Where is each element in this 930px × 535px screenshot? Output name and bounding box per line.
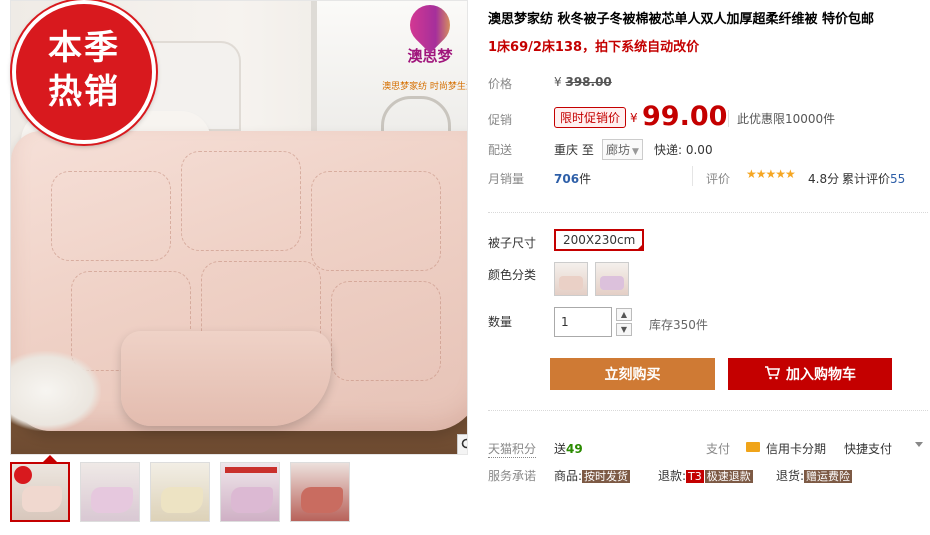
chevron-down-icon: ▼ [632, 147, 639, 157]
product-subtitle: 1床69/2床138，拍下系统自动改价 [488, 40, 700, 55]
selected-check-icon [636, 243, 645, 251]
thumbnail-1[interactable] [10, 462, 70, 522]
section-divider [488, 212, 928, 213]
service-goods-label: 商品: [554, 469, 583, 483]
service-refund-label: 退款: [658, 469, 687, 483]
review-count-value: 55 [890, 172, 906, 186]
color-swatch-fill [559, 276, 583, 290]
thumbnail-banner [225, 467, 277, 473]
buy-now-button[interactable]: 立刻购买 [550, 358, 715, 390]
points-number: 49 [566, 442, 583, 456]
thumbnail-quilt [161, 487, 203, 513]
thumbnail-strip [10, 462, 350, 522]
monthly-sales-count: 706 [554, 172, 580, 186]
destination-select[interactable]: 廊坊 ▼ [602, 139, 643, 160]
promo-label: 促销 [488, 113, 513, 127]
quilt-stitch [311, 171, 441, 271]
rating-label: 评价 [706, 172, 731, 186]
service-goods: 商品: 按时发货 [554, 467, 631, 484]
payment-express[interactable]: 快捷支付 [844, 440, 892, 457]
add-to-cart-label: 加入购物车 [786, 367, 856, 383]
promo-limit: 此优惠限10000件 [728, 110, 835, 127]
price-label: 价格 [488, 77, 513, 91]
add-to-cart-button[interactable]: 加入购物车 [728, 358, 892, 390]
brand-logo-mark [401, 1, 459, 54]
size-label: 被子尺寸 [488, 236, 537, 250]
quantity-label: 数量 [488, 315, 513, 329]
thumbnail-badge [14, 466, 32, 484]
product-title: 澳思梦家纺 秋冬被子冬被棉被芯单人双人加厚超柔纤维被 特价包邮 [488, 12, 875, 27]
image-quilt-drape [121, 331, 331, 426]
promo-tag: 限时促销价 [554, 107, 627, 128]
color-label: 颜色分类 [488, 268, 537, 282]
service-refund-t3-badge[interactable]: T3 [686, 470, 704, 483]
ship-from-city: 重庆 [554, 143, 579, 157]
thumbnail-2[interactable] [80, 462, 140, 522]
thumbnail-quilt [301, 487, 343, 513]
color-swatch-pink[interactable] [554, 262, 588, 296]
thumbnail-4[interactable] [220, 462, 280, 522]
active-thumb-arrow [43, 455, 57, 462]
image-rug [11, 351, 101, 431]
current-price: 99.00 [642, 101, 728, 132]
service-label: 服务承诺 [488, 469, 537, 483]
service-return: 退货: 赠运费险 [776, 467, 853, 484]
ship-from: 重庆 至 [554, 141, 594, 158]
zoom-icon[interactable] [457, 434, 467, 454]
thumbnail-quilt [231, 487, 273, 513]
thumbnail-3[interactable] [150, 462, 210, 522]
rating-divider [692, 166, 693, 186]
ship-to-word: 至 [581, 143, 594, 157]
service-return-label: 退货: [776, 469, 805, 483]
original-price-currency: ¥ [554, 75, 562, 89]
payment-label: 支付 [706, 442, 731, 456]
shipping-fee: 快递: 0.00 [654, 143, 713, 157]
shipping-label: 配送 [488, 143, 513, 157]
monthly-sales-unit: 件 [579, 172, 592, 186]
color-swatch-fill [600, 276, 624, 290]
badge-line-1: 本季 [48, 28, 120, 68]
original-price: ¥ 398.00 [554, 75, 612, 89]
service-refund-badge[interactable]: 极速退款 [704, 470, 753, 483]
thumbnail-quilt [91, 487, 133, 513]
credit-card-icon [746, 442, 760, 452]
hot-season-badge: 本季 热销 [12, 0, 156, 144]
service-return-badge[interactable]: 赠运费险 [804, 470, 853, 483]
cart-icon [764, 366, 781, 384]
size-option-selected[interactable]: 200X230cm [554, 229, 645, 251]
points-label[interactable]: 天猫积分 [488, 440, 537, 458]
quantity-increase-button[interactable]: ▲ [616, 308, 632, 321]
monthly-sales-label: 月销量 [488, 172, 525, 186]
destination-value: 廊坊 [606, 143, 631, 157]
stock-count: 库存350件 [649, 318, 708, 332]
brand-slogan: 澳思梦家纺 时尚梦生活 [382, 82, 468, 92]
section-divider [488, 410, 928, 411]
quantity-decrease-button[interactable]: ▼ [616, 323, 632, 336]
review-count-link[interactable]: 累计评价55 [842, 170, 905, 187]
payment-installment[interactable]: 信用卡分期 [766, 440, 826, 457]
quantity-input[interactable] [554, 307, 612, 337]
brand-logo: 澳思梦 [381, 1, 467, 91]
rating-stars-icon: ★★★★★ [746, 167, 796, 181]
color-swatch-purple[interactable] [595, 262, 629, 296]
points-value: 送49 [554, 440, 583, 457]
quilt-stitch [181, 151, 301, 251]
chevron-down-icon[interactable] [915, 442, 923, 447]
points-prefix: 送 [554, 442, 567, 456]
service-refund: 退款: T3 极速退款 [658, 467, 753, 484]
quilt-stitch [51, 171, 171, 261]
thumbnail-5[interactable] [290, 462, 350, 522]
badge-line-2: 热销 [48, 72, 120, 112]
service-goods-badge[interactable]: 按时发货 [582, 470, 631, 483]
size-option-value: 200X230cm [563, 233, 636, 247]
rating-score: 4.8分 [808, 172, 840, 186]
thumbnail-quilt [22, 486, 62, 512]
original-price-value: 398.00 [565, 75, 612, 89]
review-count-prefix: 累计评价 [842, 172, 891, 186]
monthly-sales: 706件 [554, 170, 591, 187]
quilt-stitch [331, 281, 441, 381]
current-price-currency: ¥ [630, 111, 638, 125]
